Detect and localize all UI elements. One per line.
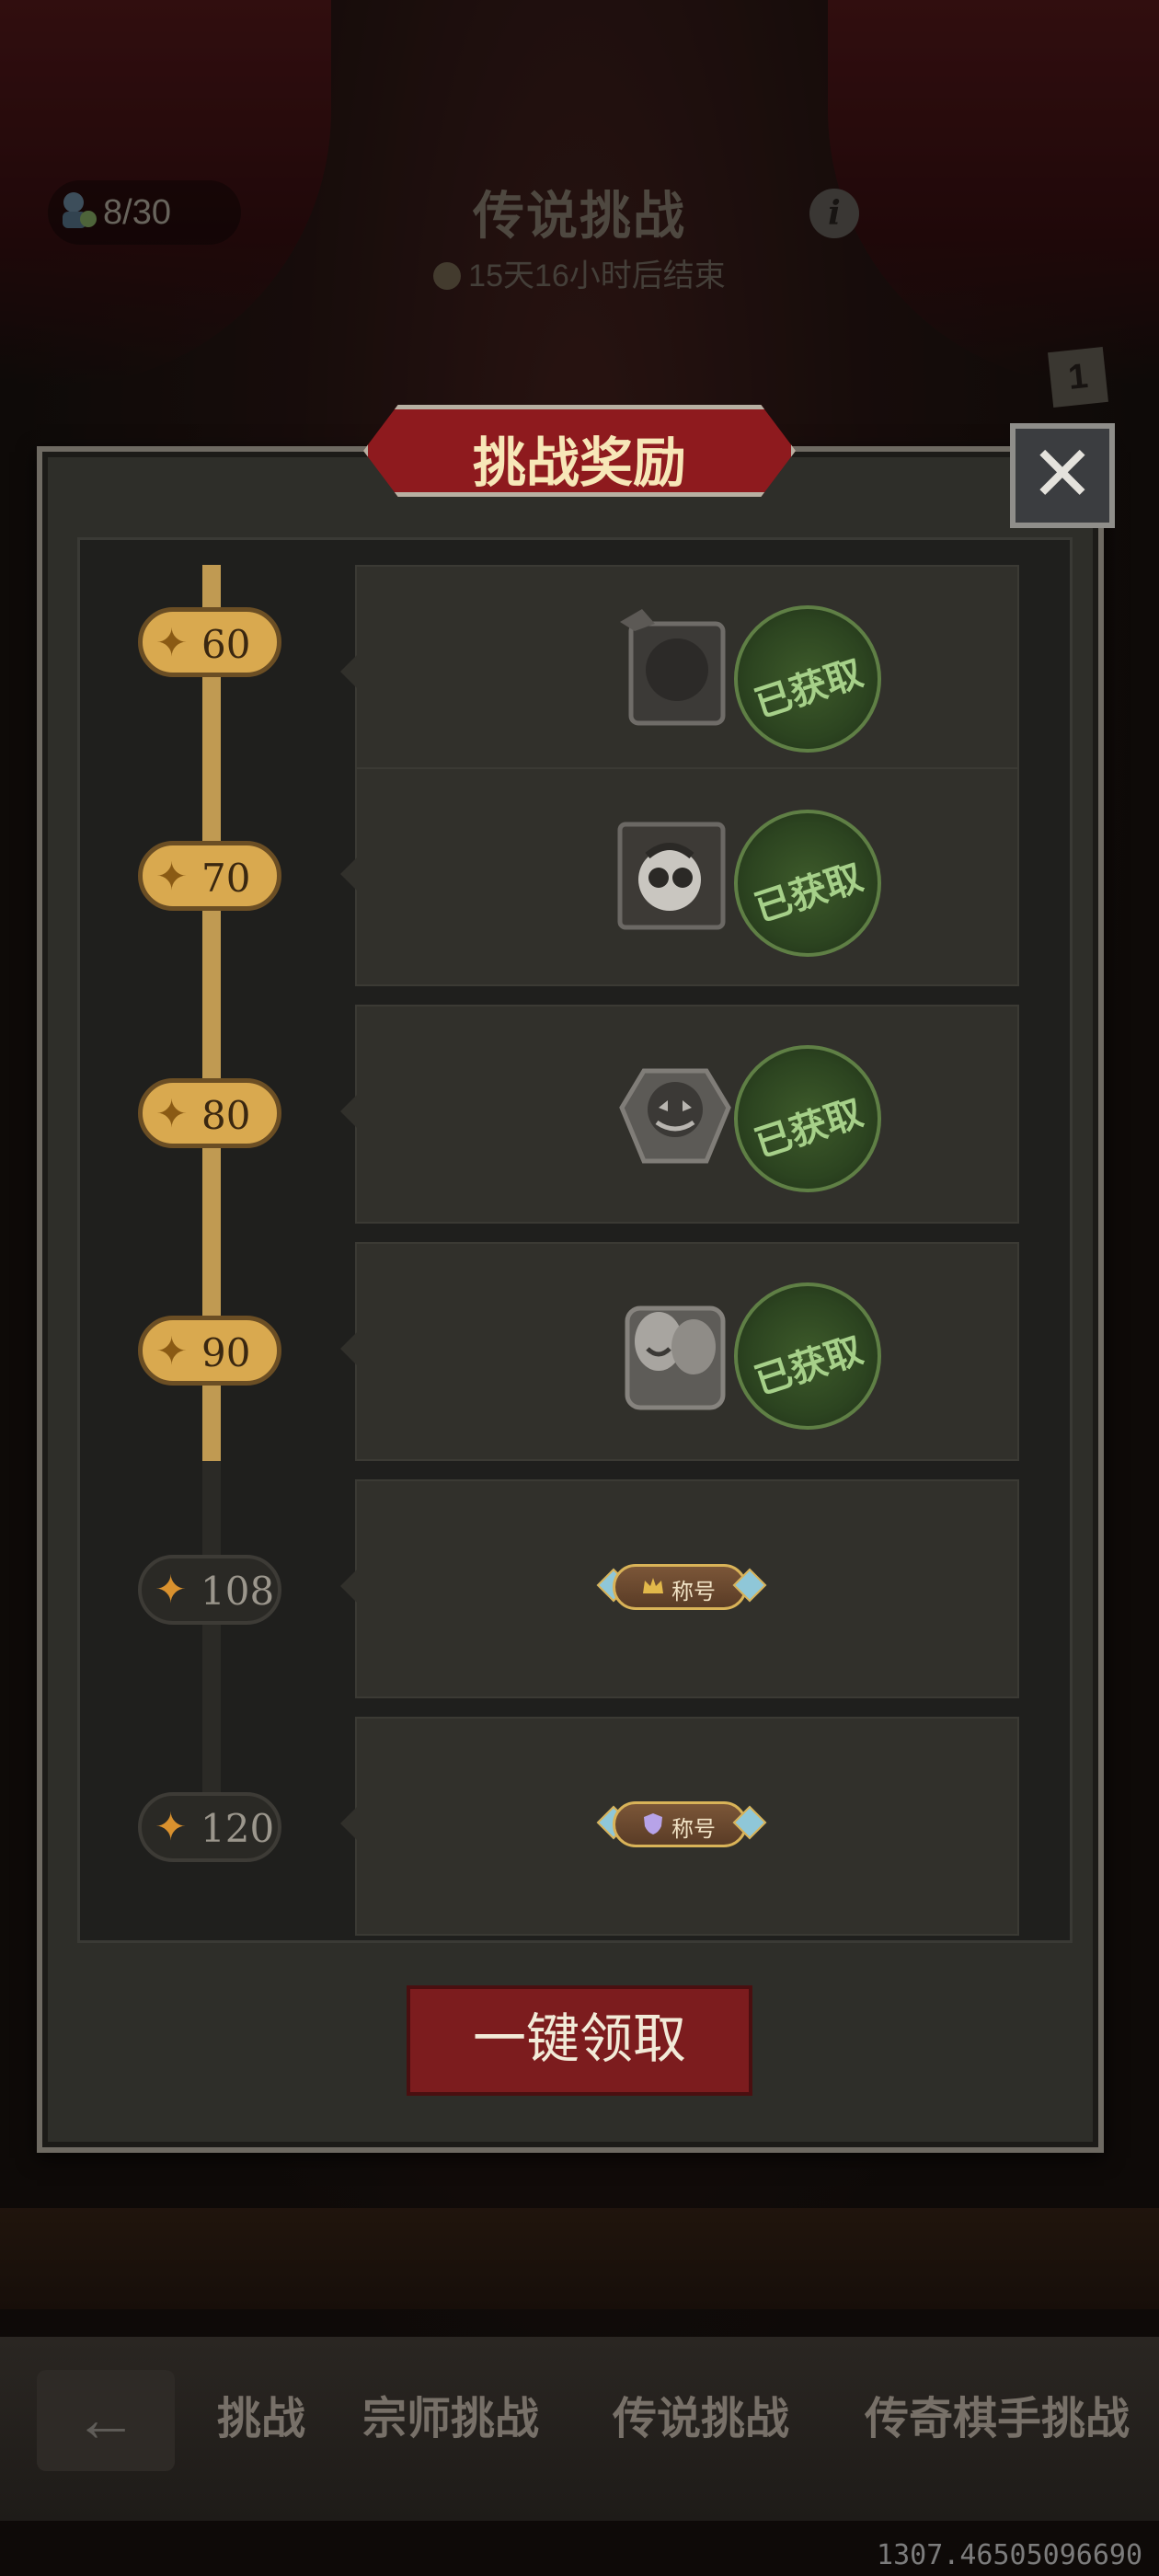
reward-card-90: 已获取: [340, 1242, 1019, 1461]
coordinate-readout: 1307.46505096690: [877, 2539, 1142, 2571]
reward-card-80: 已获取: [340, 1005, 1019, 1224]
card-pointer: [340, 655, 357, 688]
milestone-80: ✦ 80: [138, 1078, 281, 1148]
claimed-label: 已获取: [750, 1092, 868, 1166]
back-button[interactable]: ←: [37, 2370, 175, 2471]
claimed-stamp: 已获取: [734, 810, 881, 957]
tab-grandmaster-challenge[interactable]: 宗师挑战: [362, 2383, 539, 2456]
title-label: 称号: [671, 1580, 716, 1604]
dialog-title: 挑战奖励: [472, 433, 686, 493]
star-icon: ✦: [155, 1092, 189, 1135]
claimed-label: 已获取: [750, 652, 868, 726]
reward-card-108: 称号: [340, 1479, 1019, 1698]
crown-icon: [643, 1578, 663, 1593]
tab-challenge[interactable]: 挑战: [217, 2383, 305, 2456]
star-icon: ✦: [155, 855, 189, 898]
title-reward-badge: 称号: [596, 1560, 767, 1614]
shield-icon: [644, 1813, 662, 1834]
milestone-120: ✦ 120: [138, 1792, 281, 1862]
card-pointer: [340, 1332, 357, 1365]
card-pointer: [340, 857, 357, 891]
tab-legendary-player-challenge[interactable]: 传奇棋手挑战: [865, 2383, 1130, 2456]
star-icon: ✦: [155, 1329, 189, 1373]
milestone-value: 108: [201, 1569, 275, 1614]
dialog-title-banner: 挑战奖励: [363, 405, 796, 497]
milestone-70: ✦ 70: [138, 841, 281, 911]
milestone-value: 70: [201, 856, 251, 901]
title-reward-badge: 称号: [596, 1798, 767, 1851]
card-pointer: [340, 1807, 357, 1840]
tab-legend-challenge[interactable]: 传说挑战: [613, 2383, 789, 2456]
title-label: 称号: [671, 1817, 716, 1842]
card-pointer: [340, 1570, 357, 1603]
claim-all-button[interactable]: 一键领取: [407, 1985, 752, 2096]
claimed-stamp: 已获取: [734, 605, 881, 753]
reward-card-60: 已获取: [340, 565, 1019, 778]
close-button[interactable]: ✕: [1010, 423, 1115, 528]
milestone-value: 120: [201, 1806, 275, 1851]
theater-mask-piece-icon: [625, 1305, 726, 1410]
milestone-value: 90: [201, 1330, 251, 1375]
avatar-frame-item-icon: [617, 822, 726, 930]
star-icon: ✦: [155, 1568, 188, 1611]
claimed-label: 已获取: [750, 1329, 868, 1403]
star-icon: ✦: [155, 1805, 188, 1848]
pumpkin-chess-piece-icon: [619, 1068, 731, 1164]
claimed-label: 已获取: [750, 857, 868, 930]
milestone-value: 80: [201, 1093, 251, 1138]
milestone-90: ✦ 90: [138, 1316, 281, 1386]
milestone-60: ✦ 60: [138, 607, 281, 677]
costume-item-icon: [620, 609, 726, 726]
claimed-stamp: 已获取: [734, 1282, 881, 1430]
star-icon: ✦: [155, 621, 189, 664]
claimed-stamp: 已获取: [734, 1045, 881, 1192]
card-pointer: [340, 1095, 357, 1128]
reward-card-70: 已获取: [340, 767, 1019, 986]
reward-card-120: 称号: [340, 1717, 1019, 1936]
milestone-value: 60: [201, 622, 251, 667]
milestone-108: ✦ 108: [138, 1555, 281, 1625]
